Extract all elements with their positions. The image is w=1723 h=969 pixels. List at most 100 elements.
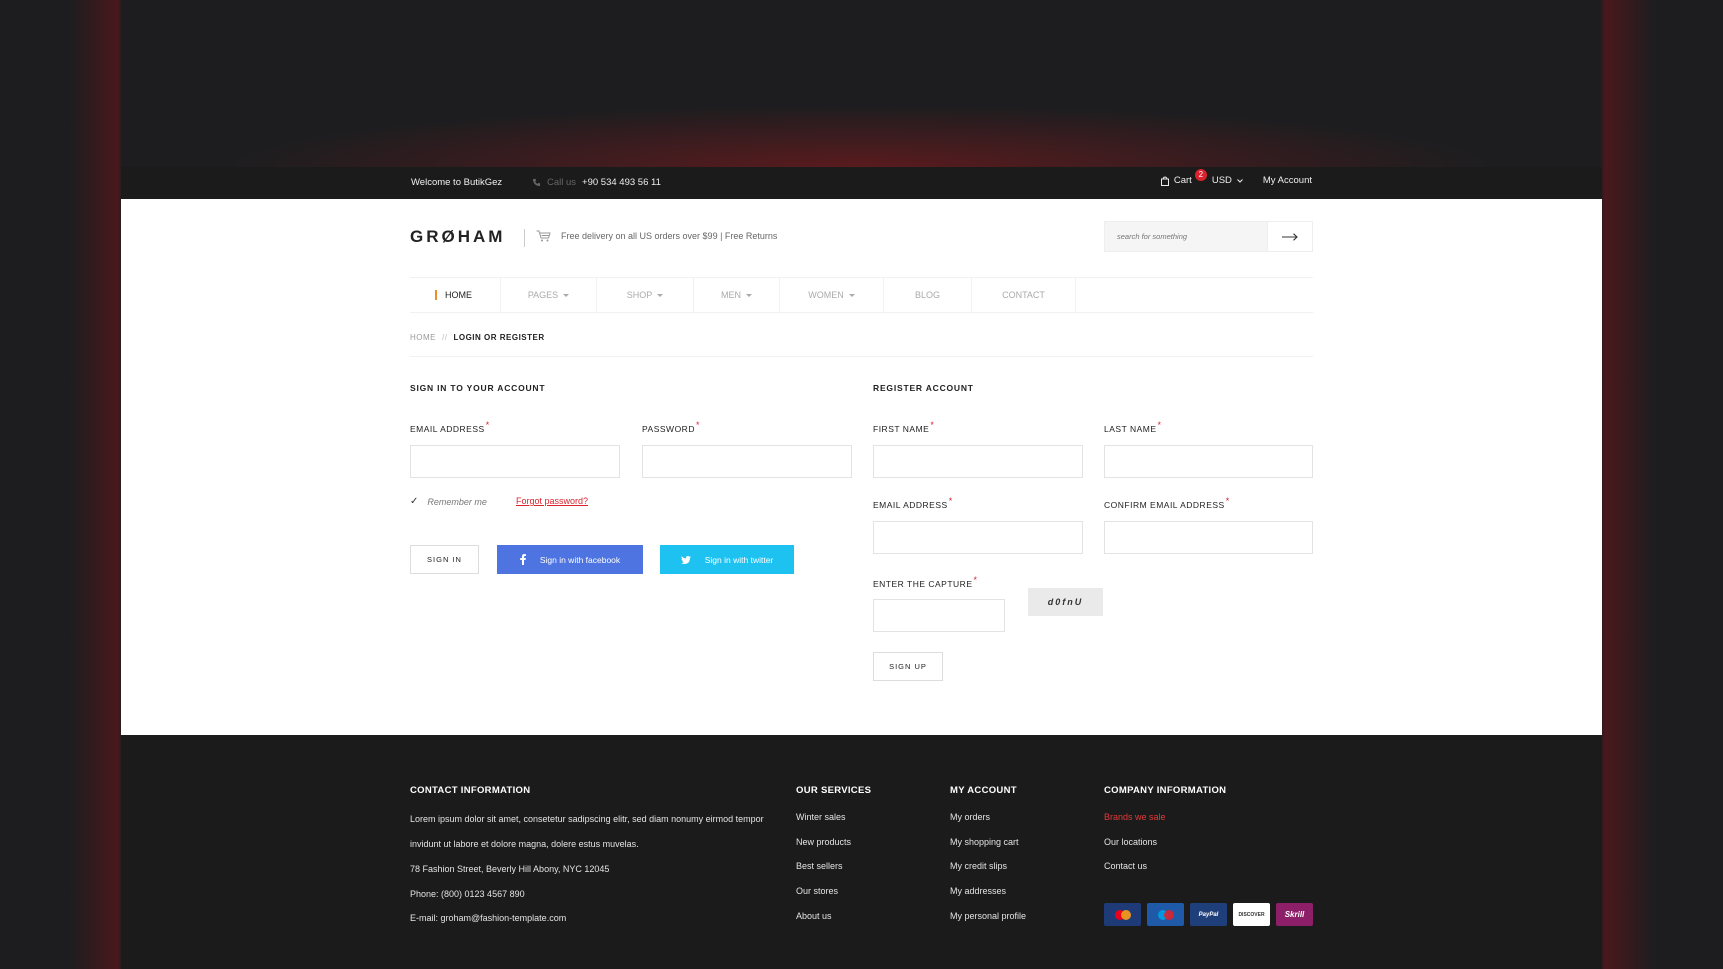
- maestro-icon: [1147, 903, 1184, 926]
- currency-select[interactable]: USD: [1212, 175, 1243, 186]
- footer-link[interactable]: My addresses: [950, 879, 1026, 904]
- footer-link[interactable]: Our stores: [796, 879, 851, 904]
- footer-contact-title: CONTACT INFORMATION: [410, 785, 531, 796]
- twitter-signin-button[interactable]: Sign in with twitter: [660, 545, 794, 574]
- signin-title: SIGN IN TO YOUR ACCOUNT: [410, 383, 546, 393]
- bag-icon: [1160, 176, 1169, 186]
- signin-button[interactable]: SIGN IN: [410, 545, 479, 574]
- captcha-image: d0fnU: [1028, 588, 1103, 616]
- cart-count-badge: 2: [1194, 169, 1207, 181]
- footer-link[interactable]: Winter sales: [796, 805, 851, 830]
- call-us: Call us +90 534 493 56 11: [532, 177, 661, 188]
- nav-home-label: HOME: [445, 290, 472, 300]
- footer-services-list: Winter sales New products Best sellers O…: [796, 805, 851, 928]
- call-label: Call us: [547, 177, 577, 188]
- register-email-label: EMAIL ADDRESS*: [873, 496, 953, 510]
- skrill-icon: Skrill: [1276, 903, 1313, 926]
- footer-link[interactable]: My credit slips: [950, 854, 1026, 879]
- header: GRØHAM Free delivery on all US orders ov…: [121, 199, 1602, 274]
- first-name-field[interactable]: [873, 445, 1083, 478]
- footer-link[interactable]: My shopping cart: [950, 830, 1026, 855]
- phone-icon: [532, 178, 541, 187]
- payment-methods: PayPal DISCOVER Skrill: [1104, 903, 1313, 926]
- footer-link[interactable]: My personal profile: [950, 904, 1026, 929]
- header-divider: [524, 229, 525, 247]
- facebook-signin-label: Sign in with facebook: [539, 554, 621, 565]
- signup-button[interactable]: SIGN UP: [873, 652, 943, 681]
- footer-link[interactable]: About us: [796, 904, 851, 929]
- signup-button-label: SIGN UP: [889, 662, 927, 671]
- footer-account-list: My orders My shopping cart My credit sli…: [950, 805, 1026, 928]
- twitter-signin-label: Sign in with twitter: [704, 554, 774, 565]
- nav-women-label: WOMEN: [808, 290, 844, 300]
- register-title: REGISTER ACCOUNT: [873, 383, 974, 393]
- signin-email-label: EMAIL ADDRESS*: [410, 420, 490, 434]
- nav-men[interactable]: MEN: [694, 278, 780, 312]
- phone-number[interactable]: +90 534 493 56 11: [582, 177, 661, 188]
- chevron-down-icon: [1237, 178, 1243, 183]
- footer-link[interactable]: New products: [796, 830, 851, 855]
- nav-home[interactable]: HOME: [410, 278, 501, 312]
- nav-shop[interactable]: SHOP: [597, 278, 694, 312]
- signin-password-label: PASSWORD*: [642, 420, 700, 434]
- breadcrumb-separator: //: [442, 333, 448, 342]
- paypal-label: PayPal: [1198, 911, 1219, 918]
- footer-link[interactable]: Brands we sale: [1104, 805, 1166, 830]
- footer-phone: Phone: (800) 0123 4567 890: [410, 889, 525, 899]
- captcha-label: ENTER THE CAPTURE*: [873, 575, 978, 589]
- footer-link[interactable]: Our locations: [1104, 830, 1166, 855]
- promo-banner: Free delivery on all US orders over $99 …: [536, 230, 777, 242]
- facebook-signin-button[interactable]: Sign in with facebook: [497, 545, 643, 574]
- discover-label: DISCOVER: [1238, 911, 1265, 918]
- top-bar: Welcome to ButikGez Call us +90 534 493 …: [121, 167, 1602, 199]
- captcha-field[interactable]: [873, 599, 1005, 632]
- register-email-field[interactable]: [873, 521, 1083, 554]
- first-name-label: FIRST NAME*: [873, 420, 935, 434]
- search-box: [1104, 221, 1313, 252]
- search-input[interactable]: [1105, 222, 1267, 251]
- footer-link[interactable]: My orders: [950, 805, 1026, 830]
- remember-me-label: Remember me: [427, 496, 487, 507]
- nav-blog[interactable]: BLOG: [884, 278, 972, 312]
- nav-women[interactable]: WOMEN: [780, 278, 884, 312]
- caret-down-icon: [657, 293, 664, 297]
- breadcrumb: HOME // LOGIN OR REGISTER: [410, 333, 545, 342]
- arrow-right-icon: [1282, 232, 1298, 241]
- footer-account-title: MY ACCOUNT: [950, 785, 1017, 796]
- footer-link[interactable]: Contact us: [1104, 854, 1166, 879]
- caret-down-icon: [563, 293, 570, 297]
- nav-pages[interactable]: PAGES: [501, 278, 597, 312]
- caret-down-icon: [746, 293, 752, 297]
- main-nav: HOME PAGES SHOP MEN WOMEN BLOG CONTACT: [410, 277, 1313, 313]
- confirm-email-field[interactable]: [1104, 521, 1313, 554]
- signin-password-field[interactable]: [642, 445, 852, 478]
- forgot-password-link[interactable]: Forgot password?: [516, 496, 588, 506]
- caret-down-icon: [848, 293, 855, 297]
- twitter-icon: [680, 555, 691, 564]
- remember-me-checkbox[interactable]: ✓ Remember me: [410, 496, 487, 507]
- footer-email[interactable]: E-mail: groham@fashion-template.com: [410, 906, 566, 931]
- top-bar-right: Cart 2 USD My Account: [1160, 169, 1312, 186]
- browser-frame: Welcome to ButikGez Call us +90 534 493 …: [121, 167, 1602, 969]
- cart-button[interactable]: Cart 2: [1160, 169, 1207, 186]
- mastercard-icon: [1104, 903, 1141, 926]
- footer-company-title: COMPANY INFORMATION: [1104, 785, 1227, 796]
- footer-services-title: OUR SERVICES: [796, 785, 872, 796]
- cart-label: Cart: [1173, 175, 1192, 186]
- last-name-label: LAST NAME*: [1104, 420, 1162, 434]
- last-name-field[interactable]: [1104, 445, 1313, 478]
- logo[interactable]: GRØHAM: [410, 227, 505, 247]
- nav-contact-label: CONTACT: [1002, 290, 1045, 300]
- facebook-icon: [520, 554, 526, 565]
- breadcrumb-home[interactable]: HOME: [410, 333, 436, 342]
- nav-contact[interactable]: CONTACT: [972, 278, 1076, 312]
- welcome-text: Welcome to ButikGez: [411, 177, 503, 188]
- my-account-link[interactable]: My Account: [1263, 175, 1312, 186]
- search-submit-button[interactable]: [1267, 222, 1312, 251]
- nav-pages-label: PAGES: [527, 290, 559, 300]
- signin-email-field[interactable]: [410, 445, 620, 478]
- footer-link[interactable]: Best sellers: [796, 854, 851, 879]
- breadcrumb-current: LOGIN OR REGISTER: [453, 333, 545, 342]
- nav-men-label: MEN: [721, 290, 741, 300]
- discover-icon: DISCOVER: [1233, 903, 1270, 926]
